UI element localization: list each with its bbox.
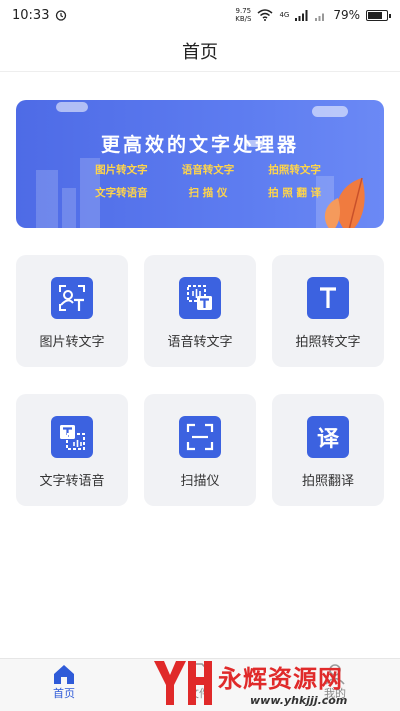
app-header: 首页 (0, 30, 400, 72)
nav-label: 首页 (53, 687, 75, 700)
photo-to-text-icon (307, 277, 349, 319)
watermark-url: www.yhkjjj.com (250, 693, 348, 707)
translate-glyph: 译 (316, 427, 339, 452)
tile-label: 语音转文字 (167, 335, 233, 350)
cloud-decoration (312, 106, 348, 117)
tile-label: 图片转文字 (39, 335, 105, 350)
status-bar: 10:33 9.75 KB/S 4G 79% (0, 0, 400, 30)
signal-icon-2 (315, 13, 325, 21)
watermark: 永辉资源网 www.yhkjjj.com (150, 654, 400, 711)
banner-feature: 文字转语音 (95, 187, 148, 199)
watermark-logo-icon (154, 660, 212, 705)
signal-icon (295, 9, 308, 21)
home-icon (54, 665, 74, 684)
tile-text-to-voice[interactable]: 文字转语音 (16, 394, 128, 506)
banner-feature-list: 图片转文字 语音转文字 拍照转文字 文字转语音 扫 描 仪 拍 照 翻 译 (78, 162, 338, 200)
image-to-text-icon (51, 277, 93, 319)
net-speed: 9.75 KB/S (235, 7, 252, 23)
scanner-icon (179, 416, 221, 458)
alarm-icon (56, 10, 67, 21)
tile-scanner[interactable]: 扫描仪 (144, 394, 256, 506)
promo-banner[interactable]: 更高效的文字处理器 图片转文字 语音转文字 拍照转文字 文字转语音 扫 描 仪 … (16, 100, 384, 228)
battery-percent: 79% (333, 8, 360, 22)
tile-image-to-text[interactable]: 图片转文字 (16, 255, 128, 367)
leaf-decoration (324, 177, 365, 228)
network-type: 4G (279, 11, 290, 19)
tile-label: 文字转语音 (39, 474, 105, 489)
banner-title: 更高效的文字处理器 (100, 134, 299, 156)
watermark-brand: 永辉资源网 (218, 664, 343, 693)
building-decoration (62, 188, 76, 228)
battery-icon (366, 9, 391, 21)
translate-icon: 译 (307, 416, 349, 458)
text-to-voice-icon (51, 416, 93, 458)
nav-item-home[interactable]: 首页 (52, 663, 76, 701)
building-decoration (36, 170, 58, 228)
tile-photo-to-text[interactable]: 拍照转文字 (272, 255, 384, 367)
banner-feature: 语音转文字 (181, 164, 235, 176)
banner-feature: 扫 描 仪 (188, 187, 228, 199)
banner-feature: 图片转文字 (95, 164, 148, 176)
tile-label: 拍照转文字 (295, 335, 361, 350)
tile-voice-to-text[interactable]: 语音转文字 (144, 255, 256, 367)
status-time: 10:33 (12, 7, 50, 23)
tile-label: 扫描仪 (180, 474, 220, 489)
tile-translate[interactable]: 译 拍照翻译 (272, 394, 384, 506)
voice-to-text-icon (179, 277, 221, 319)
cloud-decoration (56, 102, 88, 112)
tile-label: 拍照翻译 (301, 474, 354, 489)
page-title: 首页 (182, 41, 218, 63)
wifi-icon (257, 9, 273, 21)
